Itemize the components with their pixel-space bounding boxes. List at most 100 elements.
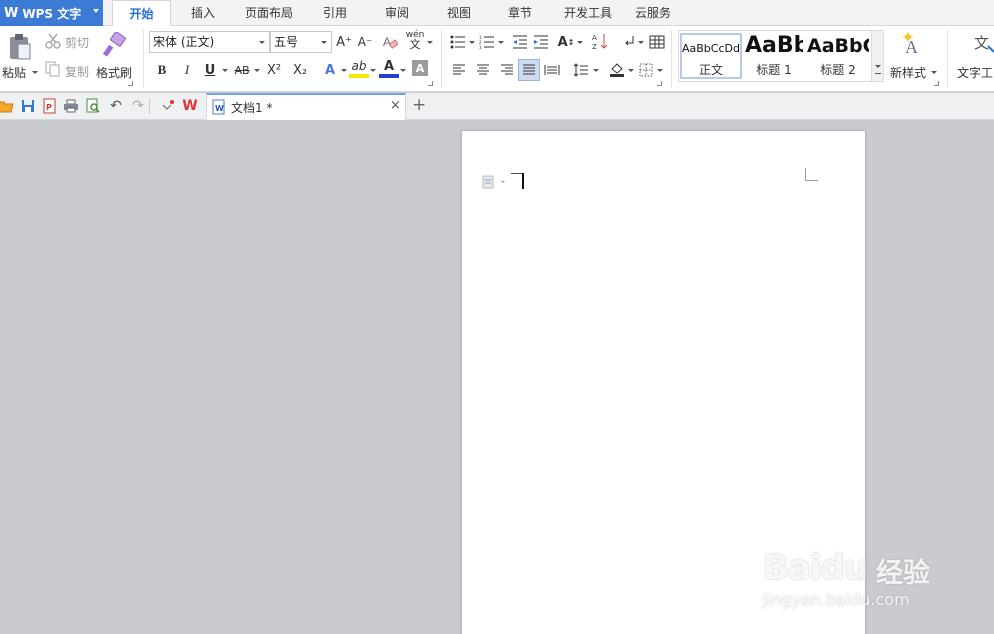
style-normal[interactable]: AaBbCcDd 正文 <box>680 33 742 79</box>
shading-icon[interactable] <box>607 59 627 79</box>
undo-icon[interactable]: ↶ <box>106 96 126 116</box>
svg-text:W: W <box>215 104 224 113</box>
chevron-down-icon[interactable] <box>657 69 663 72</box>
align-right-icon[interactable] <box>497 60 517 80</box>
borders-icon[interactable] <box>636 60 656 80</box>
tab-developer[interactable]: 开发工具 <box>558 0 618 26</box>
tab-home[interactable]: 开始 <box>112 0 171 27</box>
format-painter-icon[interactable] <box>101 30 129 60</box>
tab-review[interactable]: 审阅 <box>374 0 420 26</box>
wps-logo-icon[interactable]: W <box>180 96 200 116</box>
paragraph-marker-icon[interactable] <box>482 175 508 192</box>
chevron-down-icon[interactable] <box>875 65 881 68</box>
tab-page-layout[interactable]: 页面布局 <box>238 0 300 26</box>
font-name-select[interactable]: 宋体 (正文) <box>149 31 270 53</box>
paragraph-launcher-icon[interactable] <box>657 81 662 86</box>
print-icon[interactable] <box>61 96 81 116</box>
svg-text:文: 文 <box>974 34 989 52</box>
line-spacing-icon[interactable] <box>571 60 591 80</box>
new-style-icon[interactable]: A <box>898 30 928 60</box>
table-grid-icon[interactable] <box>647 32 667 52</box>
paste-icon[interactable] <box>6 32 34 62</box>
align-center-icon[interactable] <box>473 60 493 80</box>
chevron-down-icon[interactable] <box>400 69 406 72</box>
bullets-icon[interactable] <box>448 32 468 52</box>
show-marks-icon[interactable] <box>620 32 640 52</box>
grow-font-button[interactable]: A⁺ <box>334 32 354 52</box>
styles-launcher-icon[interactable] <box>934 81 939 86</box>
text-tools-button[interactable]: 文字工 <box>957 64 993 81</box>
shrink-font-button[interactable]: A⁻ <box>355 32 375 52</box>
paste-dropdown-icon[interactable] <box>32 71 38 74</box>
new-style-button[interactable]: 新样式 <box>890 64 926 81</box>
chevron-down-icon[interactable] <box>628 69 634 72</box>
justify-icon[interactable] <box>518 59 540 81</box>
char-shading-button[interactable]: A <box>412 60 428 76</box>
add-tab-icon[interactable]: + <box>412 95 426 115</box>
highlight-button[interactable]: ab <box>349 58 369 78</box>
superscript-button[interactable]: X² <box>264 60 284 80</box>
print-preview-icon[interactable] <box>83 96 103 116</box>
wps-w-icon: W <box>4 5 19 21</box>
watermark-product: 经验 <box>876 558 930 589</box>
format-painter-button[interactable]: 格式刷 <box>96 64 132 81</box>
quick-access-toolbar: P ↶ ↷ W W 文档1 * × + <box>0 93 994 120</box>
app-menu-button[interactable]: W WPS 文字 <box>0 0 103 26</box>
text-tools-icon[interactable]: 文 <box>972 30 994 58</box>
style-heading-2[interactable]: AaBbC 标题 2 <box>807 33 869 79</box>
svg-text:Z: Z <box>592 43 597 50</box>
redo-icon[interactable]: ↷ <box>128 96 148 116</box>
chevron-down-icon[interactable] <box>638 41 644 44</box>
chevron-down-icon[interactable] <box>498 41 504 44</box>
strikethrough-button[interactable]: AB <box>231 60 253 80</box>
text-effect-button[interactable]: A <box>320 60 340 80</box>
sort-icon[interactable]: AZ <box>590 31 610 51</box>
customize-icon[interactable] <box>158 96 178 116</box>
cut-button[interactable]: 剪切 <box>65 34 89 51</box>
chevron-down-icon[interactable] <box>341 69 347 72</box>
font-color-button[interactable]: A <box>379 58 399 78</box>
chevron-down-icon[interactable] <box>593 69 599 72</box>
font-launcher-icon[interactable] <box>428 81 433 86</box>
chevron-down-icon[interactable] <box>469 41 475 44</box>
clipboard-launcher-icon[interactable] <box>128 81 133 86</box>
separator <box>671 30 672 88</box>
underline-button[interactable]: U <box>200 60 220 80</box>
more-styles-icon[interactable] <box>875 73 881 74</box>
close-icon[interactable]: × <box>390 98 401 113</box>
font-size-select[interactable]: 五号 <box>270 31 332 53</box>
chevron-down-icon[interactable] <box>370 69 376 72</box>
chevron-down-icon[interactable] <box>931 71 937 74</box>
increase-indent-icon[interactable] <box>531 32 551 52</box>
chevron-down-icon[interactable] <box>222 69 228 72</box>
paste-button[interactable]: 粘贴 <box>2 64 26 81</box>
document-tab[interactable]: W 文档1 * × <box>206 93 406 120</box>
copy-button[interactable]: 复制 <box>65 63 89 80</box>
chevron-down-icon[interactable] <box>577 41 583 44</box>
tab-references[interactable]: 引用 <box>312 0 358 26</box>
separator <box>149 98 150 114</box>
clear-format-icon[interactable]: A <box>380 32 400 52</box>
style-heading-1[interactable]: AaBb 标题 1 <box>745 33 803 79</box>
phonetic-guide-button[interactable]: wén 文 <box>404 30 426 51</box>
tab-cloud[interactable]: 云服务 <box>630 0 676 26</box>
tab-insert[interactable]: 插入 <box>178 0 228 26</box>
align-left-icon[interactable] <box>449 60 469 80</box>
italic-button[interactable]: I <box>177 60 197 80</box>
subscript-button[interactable]: X₂ <box>290 60 310 80</box>
folder-open-icon[interactable] <box>0 96 16 116</box>
export-pdf-icon[interactable]: P <box>40 96 60 116</box>
distribute-icon[interactable] <box>542 60 562 80</box>
numbering-icon[interactable]: 123 <box>477 32 497 52</box>
style-label: 正文 <box>698 63 723 77</box>
change-case-icon[interactable]: A ↕ <box>556 32 576 52</box>
tab-chapter[interactable]: 章节 <box>497 0 543 26</box>
chevron-down-icon[interactable] <box>427 41 433 44</box>
tab-view[interactable]: 视图 <box>436 0 482 26</box>
chevron-down-icon[interactable] <box>254 69 260 72</box>
bold-button[interactable]: B <box>152 60 172 80</box>
styles-scrollbar[interactable] <box>871 31 883 81</box>
decrease-indent-icon[interactable] <box>510 32 530 52</box>
separator <box>441 30 442 88</box>
save-icon[interactable] <box>18 96 38 116</box>
